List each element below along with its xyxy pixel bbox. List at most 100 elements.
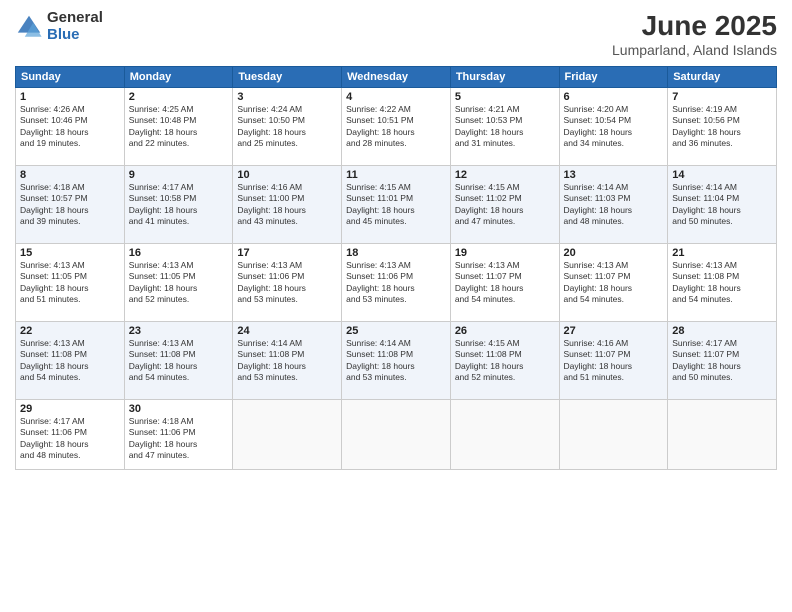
calendar-cell: 5Sunrise: 4:21 AM Sunset: 10:53 PM Dayli… bbox=[450, 88, 559, 166]
logo-general-text: General bbox=[47, 10, 103, 27]
calendar-table: SundayMondayTuesdayWednesdayThursdayFrid… bbox=[15, 66, 777, 470]
calendar-cell: 14Sunrise: 4:14 AM Sunset: 11:04 PM Dayl… bbox=[668, 166, 777, 244]
day-number: 22 bbox=[20, 325, 120, 337]
calendar-cell bbox=[559, 400, 668, 470]
day-info: Sunrise: 4:25 AM Sunset: 10:48 PM Daylig… bbox=[129, 104, 229, 150]
calendar-cell: 21Sunrise: 4:13 AM Sunset: 11:08 PM Dayl… bbox=[668, 244, 777, 322]
day-info: Sunrise: 4:15 AM Sunset: 11:02 PM Daylig… bbox=[455, 182, 555, 228]
calendar-week-row: 8Sunrise: 4:18 AM Sunset: 10:57 PM Dayli… bbox=[16, 166, 777, 244]
calendar-cell: 15Sunrise: 4:13 AM Sunset: 11:05 PM Dayl… bbox=[16, 244, 125, 322]
day-info: Sunrise: 4:18 AM Sunset: 11:06 PM Daylig… bbox=[129, 416, 229, 462]
calendar-header-wednesday: Wednesday bbox=[342, 67, 451, 88]
calendar-cell: 7Sunrise: 4:19 AM Sunset: 10:56 PM Dayli… bbox=[668, 88, 777, 166]
day-number: 24 bbox=[237, 325, 337, 337]
day-info: Sunrise: 4:13 AM Sunset: 11:08 PM Daylig… bbox=[672, 260, 772, 306]
calendar-cell: 23Sunrise: 4:13 AM Sunset: 11:08 PM Dayl… bbox=[124, 322, 233, 400]
calendar-cell: 2Sunrise: 4:25 AM Sunset: 10:48 PM Dayli… bbox=[124, 88, 233, 166]
day-number: 26 bbox=[455, 325, 555, 337]
calendar-week-row: 15Sunrise: 4:13 AM Sunset: 11:05 PM Dayl… bbox=[16, 244, 777, 322]
month-title: June 2025 bbox=[612, 10, 777, 42]
calendar-cell: 27Sunrise: 4:16 AM Sunset: 11:07 PM Dayl… bbox=[559, 322, 668, 400]
calendar-cell: 16Sunrise: 4:13 AM Sunset: 11:05 PM Dayl… bbox=[124, 244, 233, 322]
location-title: Lumparland, Aland Islands bbox=[612, 42, 777, 58]
day-number: 19 bbox=[455, 247, 555, 259]
day-number: 5 bbox=[455, 91, 555, 103]
calendar-week-row: 1Sunrise: 4:26 AM Sunset: 10:46 PM Dayli… bbox=[16, 88, 777, 166]
day-info: Sunrise: 4:17 AM Sunset: 11:06 PM Daylig… bbox=[20, 416, 120, 462]
day-info: Sunrise: 4:15 AM Sunset: 11:01 PM Daylig… bbox=[346, 182, 446, 228]
day-number: 10 bbox=[237, 169, 337, 181]
day-number: 14 bbox=[672, 169, 772, 181]
day-info: Sunrise: 4:13 AM Sunset: 11:07 PM Daylig… bbox=[564, 260, 664, 306]
day-info: Sunrise: 4:14 AM Sunset: 11:08 PM Daylig… bbox=[237, 338, 337, 384]
calendar-cell: 3Sunrise: 4:24 AM Sunset: 10:50 PM Dayli… bbox=[233, 88, 342, 166]
day-number: 13 bbox=[564, 169, 664, 181]
calendar-cell bbox=[342, 400, 451, 470]
calendar-cell: 8Sunrise: 4:18 AM Sunset: 10:57 PM Dayli… bbox=[16, 166, 125, 244]
day-number: 2 bbox=[129, 91, 229, 103]
calendar-cell: 18Sunrise: 4:13 AM Sunset: 11:06 PM Dayl… bbox=[342, 244, 451, 322]
calendar-cell: 13Sunrise: 4:14 AM Sunset: 11:03 PM Dayl… bbox=[559, 166, 668, 244]
title-block: June 2025 Lumparland, Aland Islands bbox=[612, 10, 777, 58]
day-number: 20 bbox=[564, 247, 664, 259]
day-info: Sunrise: 4:16 AM Sunset: 11:07 PM Daylig… bbox=[564, 338, 664, 384]
day-info: Sunrise: 4:13 AM Sunset: 11:05 PM Daylig… bbox=[129, 260, 229, 306]
calendar-header-saturday: Saturday bbox=[668, 67, 777, 88]
day-info: Sunrise: 4:13 AM Sunset: 11:08 PM Daylig… bbox=[129, 338, 229, 384]
day-number: 15 bbox=[20, 247, 120, 259]
calendar-header-monday: Monday bbox=[124, 67, 233, 88]
logo-blue-text: Blue bbox=[47, 27, 103, 44]
day-number: 4 bbox=[346, 91, 446, 103]
calendar-header-friday: Friday bbox=[559, 67, 668, 88]
calendar-cell: 6Sunrise: 4:20 AM Sunset: 10:54 PM Dayli… bbox=[559, 88, 668, 166]
day-number: 16 bbox=[129, 247, 229, 259]
logo-icon bbox=[15, 13, 43, 41]
calendar-cell: 12Sunrise: 4:15 AM Sunset: 11:02 PM Dayl… bbox=[450, 166, 559, 244]
calendar-cell: 22Sunrise: 4:13 AM Sunset: 11:08 PM Dayl… bbox=[16, 322, 125, 400]
day-info: Sunrise: 4:13 AM Sunset: 11:05 PM Daylig… bbox=[20, 260, 120, 306]
day-number: 8 bbox=[20, 169, 120, 181]
day-number: 6 bbox=[564, 91, 664, 103]
calendar-cell: 25Sunrise: 4:14 AM Sunset: 11:08 PM Dayl… bbox=[342, 322, 451, 400]
calendar-cell: 9Sunrise: 4:17 AM Sunset: 10:58 PM Dayli… bbox=[124, 166, 233, 244]
day-number: 3 bbox=[237, 91, 337, 103]
day-number: 25 bbox=[346, 325, 446, 337]
day-info: Sunrise: 4:15 AM Sunset: 11:08 PM Daylig… bbox=[455, 338, 555, 384]
day-number: 12 bbox=[455, 169, 555, 181]
logo-text: General Blue bbox=[47, 10, 103, 43]
day-info: Sunrise: 4:21 AM Sunset: 10:53 PM Daylig… bbox=[455, 104, 555, 150]
calendar-cell: 20Sunrise: 4:13 AM Sunset: 11:07 PM Dayl… bbox=[559, 244, 668, 322]
day-info: Sunrise: 4:26 AM Sunset: 10:46 PM Daylig… bbox=[20, 104, 120, 150]
day-number: 17 bbox=[237, 247, 337, 259]
calendar-cell: 29Sunrise: 4:17 AM Sunset: 11:06 PM Dayl… bbox=[16, 400, 125, 470]
day-number: 11 bbox=[346, 169, 446, 181]
day-number: 18 bbox=[346, 247, 446, 259]
day-number: 27 bbox=[564, 325, 664, 337]
calendar-cell: 10Sunrise: 4:16 AM Sunset: 11:00 PM Dayl… bbox=[233, 166, 342, 244]
day-info: Sunrise: 4:13 AM Sunset: 11:07 PM Daylig… bbox=[455, 260, 555, 306]
calendar-header-sunday: Sunday bbox=[16, 67, 125, 88]
day-info: Sunrise: 4:14 AM Sunset: 11:08 PM Daylig… bbox=[346, 338, 446, 384]
day-info: Sunrise: 4:14 AM Sunset: 11:03 PM Daylig… bbox=[564, 182, 664, 228]
calendar-header-row: SundayMondayTuesdayWednesdayThursdayFrid… bbox=[16, 67, 777, 88]
calendar-cell: 30Sunrise: 4:18 AM Sunset: 11:06 PM Dayl… bbox=[124, 400, 233, 470]
day-number: 29 bbox=[20, 403, 120, 415]
day-number: 1 bbox=[20, 91, 120, 103]
calendar-cell: 28Sunrise: 4:17 AM Sunset: 11:07 PM Dayl… bbox=[668, 322, 777, 400]
calendar-week-row: 29Sunrise: 4:17 AM Sunset: 11:06 PM Dayl… bbox=[16, 400, 777, 470]
header: General Blue June 2025 Lumparland, Aland… bbox=[15, 10, 777, 58]
logo: General Blue bbox=[15, 10, 103, 43]
day-info: Sunrise: 4:13 AM Sunset: 11:06 PM Daylig… bbox=[237, 260, 337, 306]
day-number: 28 bbox=[672, 325, 772, 337]
day-number: 7 bbox=[672, 91, 772, 103]
calendar-cell: 11Sunrise: 4:15 AM Sunset: 11:01 PM Dayl… bbox=[342, 166, 451, 244]
calendar-cell: 17Sunrise: 4:13 AM Sunset: 11:06 PM Dayl… bbox=[233, 244, 342, 322]
calendar-cell: 24Sunrise: 4:14 AM Sunset: 11:08 PM Dayl… bbox=[233, 322, 342, 400]
day-info: Sunrise: 4:13 AM Sunset: 11:06 PM Daylig… bbox=[346, 260, 446, 306]
day-number: 23 bbox=[129, 325, 229, 337]
day-info: Sunrise: 4:13 AM Sunset: 11:08 PM Daylig… bbox=[20, 338, 120, 384]
calendar-header-thursday: Thursday bbox=[450, 67, 559, 88]
calendar-cell: 1Sunrise: 4:26 AM Sunset: 10:46 PM Dayli… bbox=[16, 88, 125, 166]
day-info: Sunrise: 4:14 AM Sunset: 11:04 PM Daylig… bbox=[672, 182, 772, 228]
day-info: Sunrise: 4:19 AM Sunset: 10:56 PM Daylig… bbox=[672, 104, 772, 150]
